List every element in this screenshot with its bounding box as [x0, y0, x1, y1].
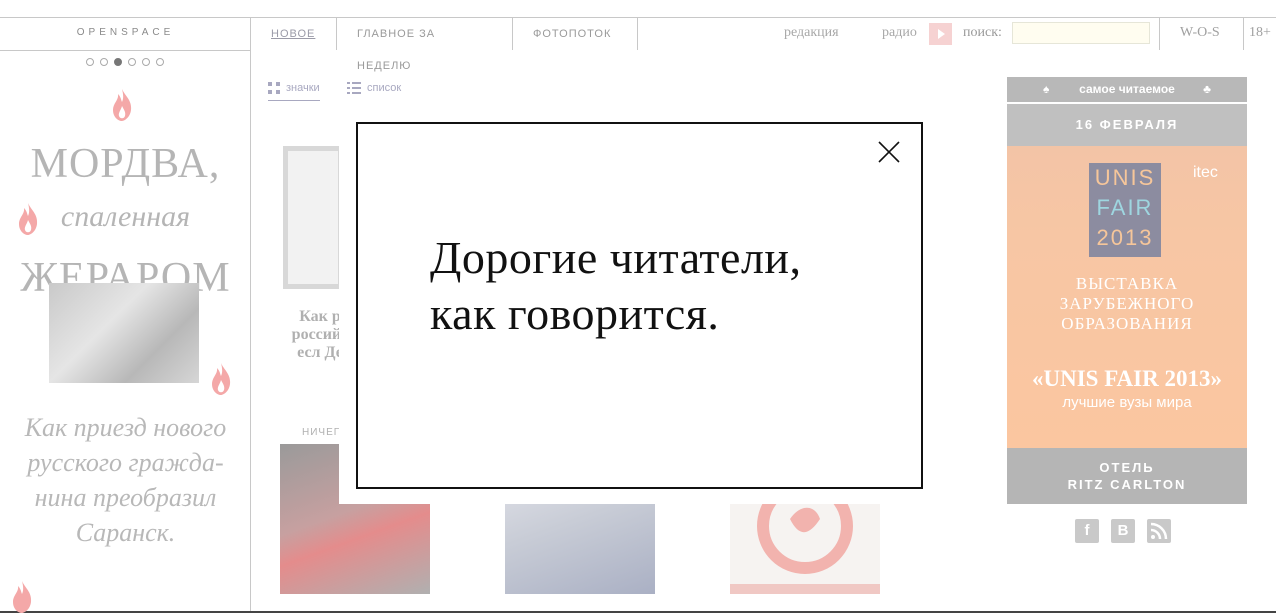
most-read-header[interactable]: ♠ самое читаемое ♣ — [1007, 77, 1247, 102]
slider-dots — [86, 58, 164, 68]
ad-headline: ВЫСТАВКА ЗАРУБЕЖНОГО ОБРАЗОВАНИЯ — [1007, 274, 1247, 334]
close-icon[interactable] — [877, 140, 901, 164]
slider-dot[interactable] — [156, 58, 164, 66]
ad-event-name: «UNIS FAIR 2013» — [1032, 366, 1222, 391]
advertisement-banner[interactable]: UNIS FAIR 2013 itec ВЫСТАВКА ЗАРУБЕЖНОГО… — [1007, 146, 1247, 448]
search-input[interactable] — [1012, 22, 1150, 44]
flame-icon — [13, 581, 32, 613]
tab-new-label: НОВОЕ — [271, 28, 316, 40]
unis-fair-logo: UNIS FAIR 2013 — [1089, 163, 1161, 257]
slider-dot[interactable] — [128, 58, 136, 66]
rss-glyph — [1150, 522, 1168, 540]
search-label: поиск: — [963, 25, 1002, 40]
top-divider — [0, 17, 1276, 18]
tab-photostream[interactable]: ФОТОПОТОК — [513, 18, 638, 50]
article-card-image[interactable] — [283, 146, 343, 289]
itec-logo: itec — [1193, 164, 1218, 181]
grid-icon — [268, 82, 280, 95]
venue-line: RITZ CARLTON — [1067, 477, 1187, 492]
promo-title-line2[interactable]: спаленная — [0, 200, 251, 234]
tab-new[interactable]: НОВОЕ — [251, 18, 337, 50]
age-rating: 18+ — [1249, 25, 1271, 40]
flame-icon — [113, 89, 132, 121]
header-separator — [1243, 18, 1244, 50]
modal-message-line1: Дорогие читатели, — [430, 232, 802, 283]
ad-headline-line: ОБРАЗОВАНИЯ — [1061, 314, 1193, 333]
slider-dot[interactable] — [100, 58, 108, 66]
view-list-label: список — [367, 82, 402, 94]
promo-description[interactable]: Как приезд нового русского гражда-нина п… — [10, 410, 241, 550]
logo-line: FAIR — [1096, 195, 1154, 220]
most-read-label: самое читаемое — [1079, 82, 1175, 96]
radio-play-button[interactable] — [929, 23, 952, 45]
club-icon: ♣ — [1203, 82, 1211, 96]
view-icons-toggle[interactable]: значки — [268, 82, 320, 102]
logo-line: 2013 — [1096, 225, 1154, 250]
facebook-icon[interactable]: f — [1075, 519, 1099, 543]
spade-icon: ♠ — [1043, 82, 1050, 96]
left-column-divider — [250, 17, 251, 613]
logo-line: UNIS — [1094, 165, 1156, 190]
list-icon — [347, 82, 361, 95]
ad-headline-line: ВЫСТАВКА — [1075, 274, 1179, 293]
sidebar-most-read: ♠ самое читаемое ♣ 16 ФЕВРАЛЯ UNIS FAIR … — [1007, 77, 1247, 504]
tab-week-label: ГЛАВНОЕ ЗА НЕДЕЛЮ — [357, 28, 436, 72]
venue-line: ОТЕЛЬ — [1099, 460, 1155, 475]
ad-venue: ОТЕЛЬ RITZ CARLTON — [1007, 448, 1247, 504]
brand-divider — [0, 50, 251, 51]
modal-message: Дорогие читатели, как говорится. — [430, 230, 802, 342]
ad-date: 16 ФЕВРАЛЯ — [1007, 104, 1247, 146]
tab-photostream-label: ФОТОПОТОК — [533, 28, 612, 40]
wos-link[interactable]: W-O-S — [1180, 25, 1220, 41]
vkontakte-icon[interactable]: B — [1111, 519, 1135, 543]
welcome-modal: Дорогие читатели, как говорится. — [356, 122, 923, 489]
editorial-link[interactable]: редакция — [784, 25, 839, 41]
flame-icon — [212, 363, 231, 395]
promo-title-line1[interactable]: МОРДВА, — [0, 140, 251, 188]
view-list-toggle[interactable]: список — [347, 82, 402, 95]
slider-dot[interactable] — [142, 58, 150, 66]
slider-dot[interactable] — [86, 58, 94, 66]
rss-icon[interactable] — [1147, 519, 1171, 543]
promo-photo[interactable] — [49, 283, 199, 383]
header-separator — [1159, 18, 1160, 50]
ad-tagline: лучшие вузы мира — [1062, 394, 1192, 411]
view-icons-label: значки — [286, 82, 320, 94]
modal-message-line2: как говорится. — [430, 288, 720, 339]
radio-link[interactable]: радио — [882, 25, 917, 41]
tab-week-highlights[interactable]: ГЛАВНОЕ ЗА НЕДЕЛЮ — [337, 18, 513, 72]
ad-headline-line: ЗАРУБЕЖНОГО — [1059, 294, 1195, 313]
slider-dot-active[interactable] — [114, 58, 122, 66]
site-logo[interactable]: OPENSPACE — [0, 27, 251, 38]
